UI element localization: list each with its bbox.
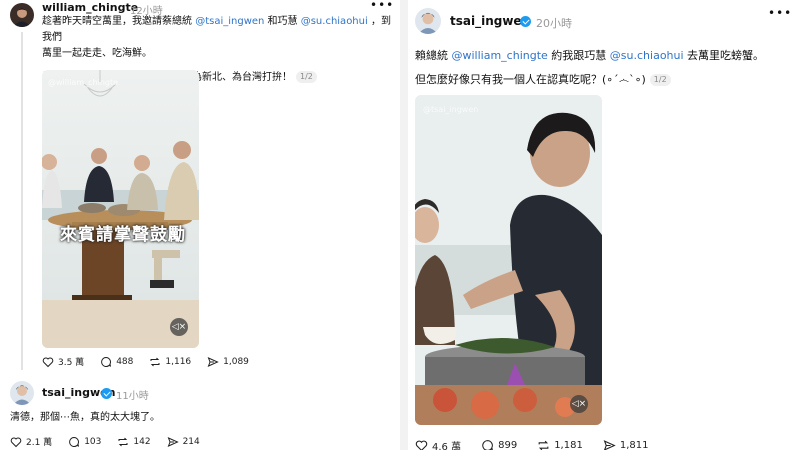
repost-count: 1,116	[165, 356, 192, 367]
comment-button[interactable]: 899	[481, 439, 517, 450]
more-options-icon[interactable]: •••	[768, 6, 792, 20]
like-count: 2.1 萬	[26, 438, 53, 448]
share-icon	[207, 356, 219, 367]
share-count: 214	[182, 436, 200, 447]
mute-icon[interactable]: ◁×	[170, 318, 188, 336]
mention-link[interactable]: @tsai_ingwen	[195, 16, 264, 27]
mention-link[interactable]: @william_chingte	[452, 49, 548, 62]
repost-button[interactable]: 1,116	[149, 356, 191, 368]
heart-icon	[415, 440, 428, 450]
share-count: 1,089	[223, 356, 249, 367]
comment-button[interactable]: 103	[68, 436, 101, 448]
post-username[interactable]: tsai_ingwen	[450, 14, 530, 28]
verified-badge-icon	[101, 388, 112, 399]
page-indicator: 1/2	[296, 71, 317, 83]
video-watermark: @tsai_ingwen	[423, 105, 479, 114]
comment-button[interactable]: 488	[100, 356, 133, 368]
post-time: 20小時	[536, 17, 572, 30]
like-button[interactable]: 3.5 萬	[42, 355, 84, 368]
post-text: 賴總統 @william_chingte 約我跟巧慧 @su.chiaohui …	[415, 49, 765, 86]
comment-count: 488	[116, 356, 134, 367]
post-text: 清德，那個⋯魚，真的太大塊了。	[10, 412, 160, 423]
post-time: 11小時	[116, 391, 149, 402]
verified-badge-icon	[520, 16, 531, 27]
repost-icon	[118, 437, 128, 446]
share-button[interactable]: 1,089	[207, 356, 249, 368]
repost-count: 142	[133, 436, 151, 447]
mention-link[interactable]: @su.chiaohui	[301, 16, 368, 27]
video-caption: 來賓請掌聲鼓勵	[60, 225, 186, 245]
repost-icon	[538, 440, 549, 450]
share-button[interactable]: 1,811	[603, 439, 649, 450]
comment-icon	[69, 436, 80, 447]
post-actions: 3.5 萬 488 1,116 1,089	[42, 355, 265, 368]
comment-count: 899	[498, 440, 518, 450]
like-count: 4.6 萬	[432, 442, 462, 450]
avatar-tsai[interactable]	[10, 381, 34, 405]
like-count: 3.5 萬	[58, 358, 85, 368]
repost-button[interactable]: 1,181	[537, 439, 583, 450]
repost-button[interactable]: 142	[117, 436, 151, 448]
share-icon	[167, 436, 179, 447]
comment-icon	[101, 356, 112, 367]
video-thumbnail[interactable]: @tsai_ingwen ◁×	[415, 95, 602, 425]
share-count: 1,811	[619, 440, 649, 450]
more-options-icon[interactable]: •••	[370, 0, 394, 12]
page-indicator: 1/2	[649, 74, 671, 86]
avatar-william[interactable]	[10, 3, 34, 27]
mute-icon[interactable]: ◁×	[570, 395, 588, 413]
like-button[interactable]: 2.1 萬	[10, 435, 52, 448]
share-icon	[603, 440, 616, 450]
like-button[interactable]: 4.6 萬	[415, 438, 461, 450]
repost-icon	[150, 357, 160, 366]
heart-icon	[42, 356, 54, 367]
share-button[interactable]: 214	[167, 436, 200, 448]
comment-count: 103	[84, 436, 102, 447]
video-watermark: @william_chingte	[48, 78, 119, 87]
post-username[interactable]: william_chingte	[42, 1, 138, 14]
mention-link[interactable]: @su.chiaohui	[610, 49, 684, 62]
repost-count: 1,181	[554, 440, 583, 450]
heart-icon	[10, 436, 22, 447]
comment-icon	[482, 440, 493, 450]
video-thumbnail[interactable]: @william_chingte 來賓請掌聲鼓勵 ◁×	[42, 70, 199, 348]
post-actions: 4.6 萬 899 1,181 1,811	[415, 438, 664, 450]
avatar-tsai[interactable]	[415, 8, 441, 34]
post-actions: 2.1 萬 103 142 214	[10, 435, 216, 448]
thread-line	[21, 32, 23, 370]
panel-divider	[400, 0, 408, 450]
